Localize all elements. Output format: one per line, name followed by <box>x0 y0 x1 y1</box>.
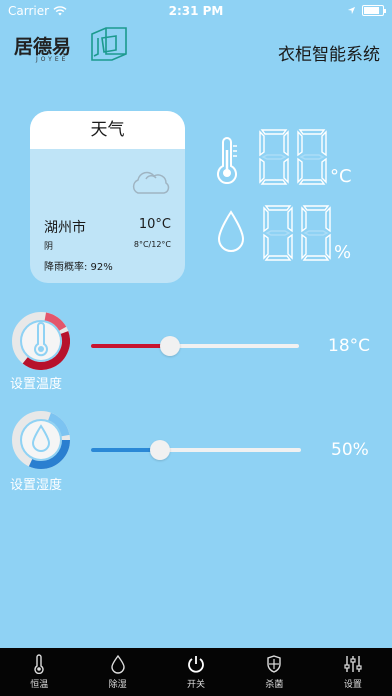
tab-label: 除湿 <box>108 680 127 690</box>
thermometer-icon <box>34 654 44 674</box>
weather-condition: 阴 <box>44 242 54 252</box>
status-bar: Carrier 2:31 PM <box>0 0 392 22</box>
digit-segment <box>287 206 293 233</box>
digit-segment <box>298 129 326 135</box>
logo-mark <box>91 27 127 61</box>
humidity-value: 50% <box>331 440 369 460</box>
battery-icon <box>362 5 386 16</box>
thermometer-icon <box>217 137 237 184</box>
digit-segment <box>263 206 269 233</box>
humidity-unit: % <box>334 242 352 263</box>
digit-segment <box>287 233 293 260</box>
tab-label: 恒温 <box>30 680 49 690</box>
humidity-slider[interactable] <box>91 440 301 460</box>
clock: 2:31 PM <box>168 4 224 18</box>
humidity-display <box>263 205 331 261</box>
temperature-slider-thumb[interactable] <box>160 336 181 356</box>
humidity-slider-thumb[interactable] <box>150 440 171 460</box>
digit-segment <box>302 255 330 261</box>
digit-segment <box>260 129 288 135</box>
display-digit <box>263 205 293 261</box>
weather-city: 湖州市 <box>44 220 86 236</box>
digit-segment <box>263 233 269 260</box>
tab-bar: 恒温 除湿 开关 杀菌 设置 <box>0 648 392 696</box>
tab-label: 开关 <box>187 680 206 690</box>
temperature-display <box>259 129 327 185</box>
temperature-unit: °C <box>330 166 352 187</box>
sliders-icon <box>344 656 362 672</box>
digit-segment <box>301 233 307 260</box>
digit-segment <box>325 206 331 233</box>
brand-logo: 居德易 JOYEE <box>14 26 127 72</box>
digit-segment <box>321 130 327 157</box>
weather-title: 天气 <box>30 111 185 149</box>
digit-segment <box>299 154 325 160</box>
display-digit <box>301 205 331 261</box>
temperature-control-label: 设置温度 <box>10 377 63 392</box>
digit-segment <box>321 157 327 184</box>
tab-label: 设置 <box>343 680 362 690</box>
status-right <box>347 5 386 16</box>
digit-segment <box>283 157 289 184</box>
temperature-slider[interactable] <box>91 336 299 356</box>
digit-segment <box>298 179 326 185</box>
logo-text: 居德易 <box>14 36 72 58</box>
tab-label: 杀菌 <box>265 680 284 690</box>
battery-level <box>364 7 380 14</box>
tab-sterilize[interactable]: 杀菌 <box>235 648 313 696</box>
droplet-icon <box>217 210 245 252</box>
droplet-icon <box>110 654 125 674</box>
cloud-icon <box>132 171 170 194</box>
weather-card: 天气 湖州市 10°C 阴 8°C/12°C 降雨概率: 92% <box>30 111 185 283</box>
humidity-control-label: 设置湿度 <box>10 478 63 493</box>
temperature-ring-icon <box>12 312 70 370</box>
digit-segment <box>259 157 265 184</box>
digit-segment <box>265 230 291 236</box>
tab-power[interactable]: 开关 <box>157 648 235 696</box>
digit-segment <box>283 130 289 157</box>
location-icon <box>347 6 356 15</box>
temperature-slider-fill <box>91 344 171 348</box>
display-digit <box>297 129 327 185</box>
rain-chance: 降雨概率: 92% <box>44 262 113 273</box>
tab-dehumidify[interactable]: 除湿 <box>78 648 156 696</box>
tab-settings[interactable]: 设置 <box>314 648 392 696</box>
weather-range: 8°C/12°C <box>133 240 171 249</box>
power-icon <box>188 656 204 673</box>
digit-segment <box>301 206 307 233</box>
digit-segment <box>261 154 287 160</box>
logo-subtext: JOYEE <box>36 56 69 63</box>
digit-segment <box>259 130 265 157</box>
digit-segment <box>297 130 303 157</box>
temperature-value: 18°C <box>328 336 371 356</box>
shield-icon <box>267 655 282 673</box>
page-title: 衣柜智能系统 <box>278 45 380 65</box>
digit-segment <box>260 179 288 185</box>
tab-constant-temperature[interactable]: 恒温 <box>0 648 78 696</box>
display-digit <box>259 129 289 185</box>
humidity-ring-icon <box>12 411 70 469</box>
digit-segment <box>264 255 292 261</box>
digit-segment <box>264 205 292 211</box>
digit-segment <box>303 230 329 236</box>
digit-segment <box>302 205 330 211</box>
weather-temperature: 10°C <box>138 217 171 232</box>
digit-segment <box>325 233 331 260</box>
digit-segment <box>297 157 303 184</box>
